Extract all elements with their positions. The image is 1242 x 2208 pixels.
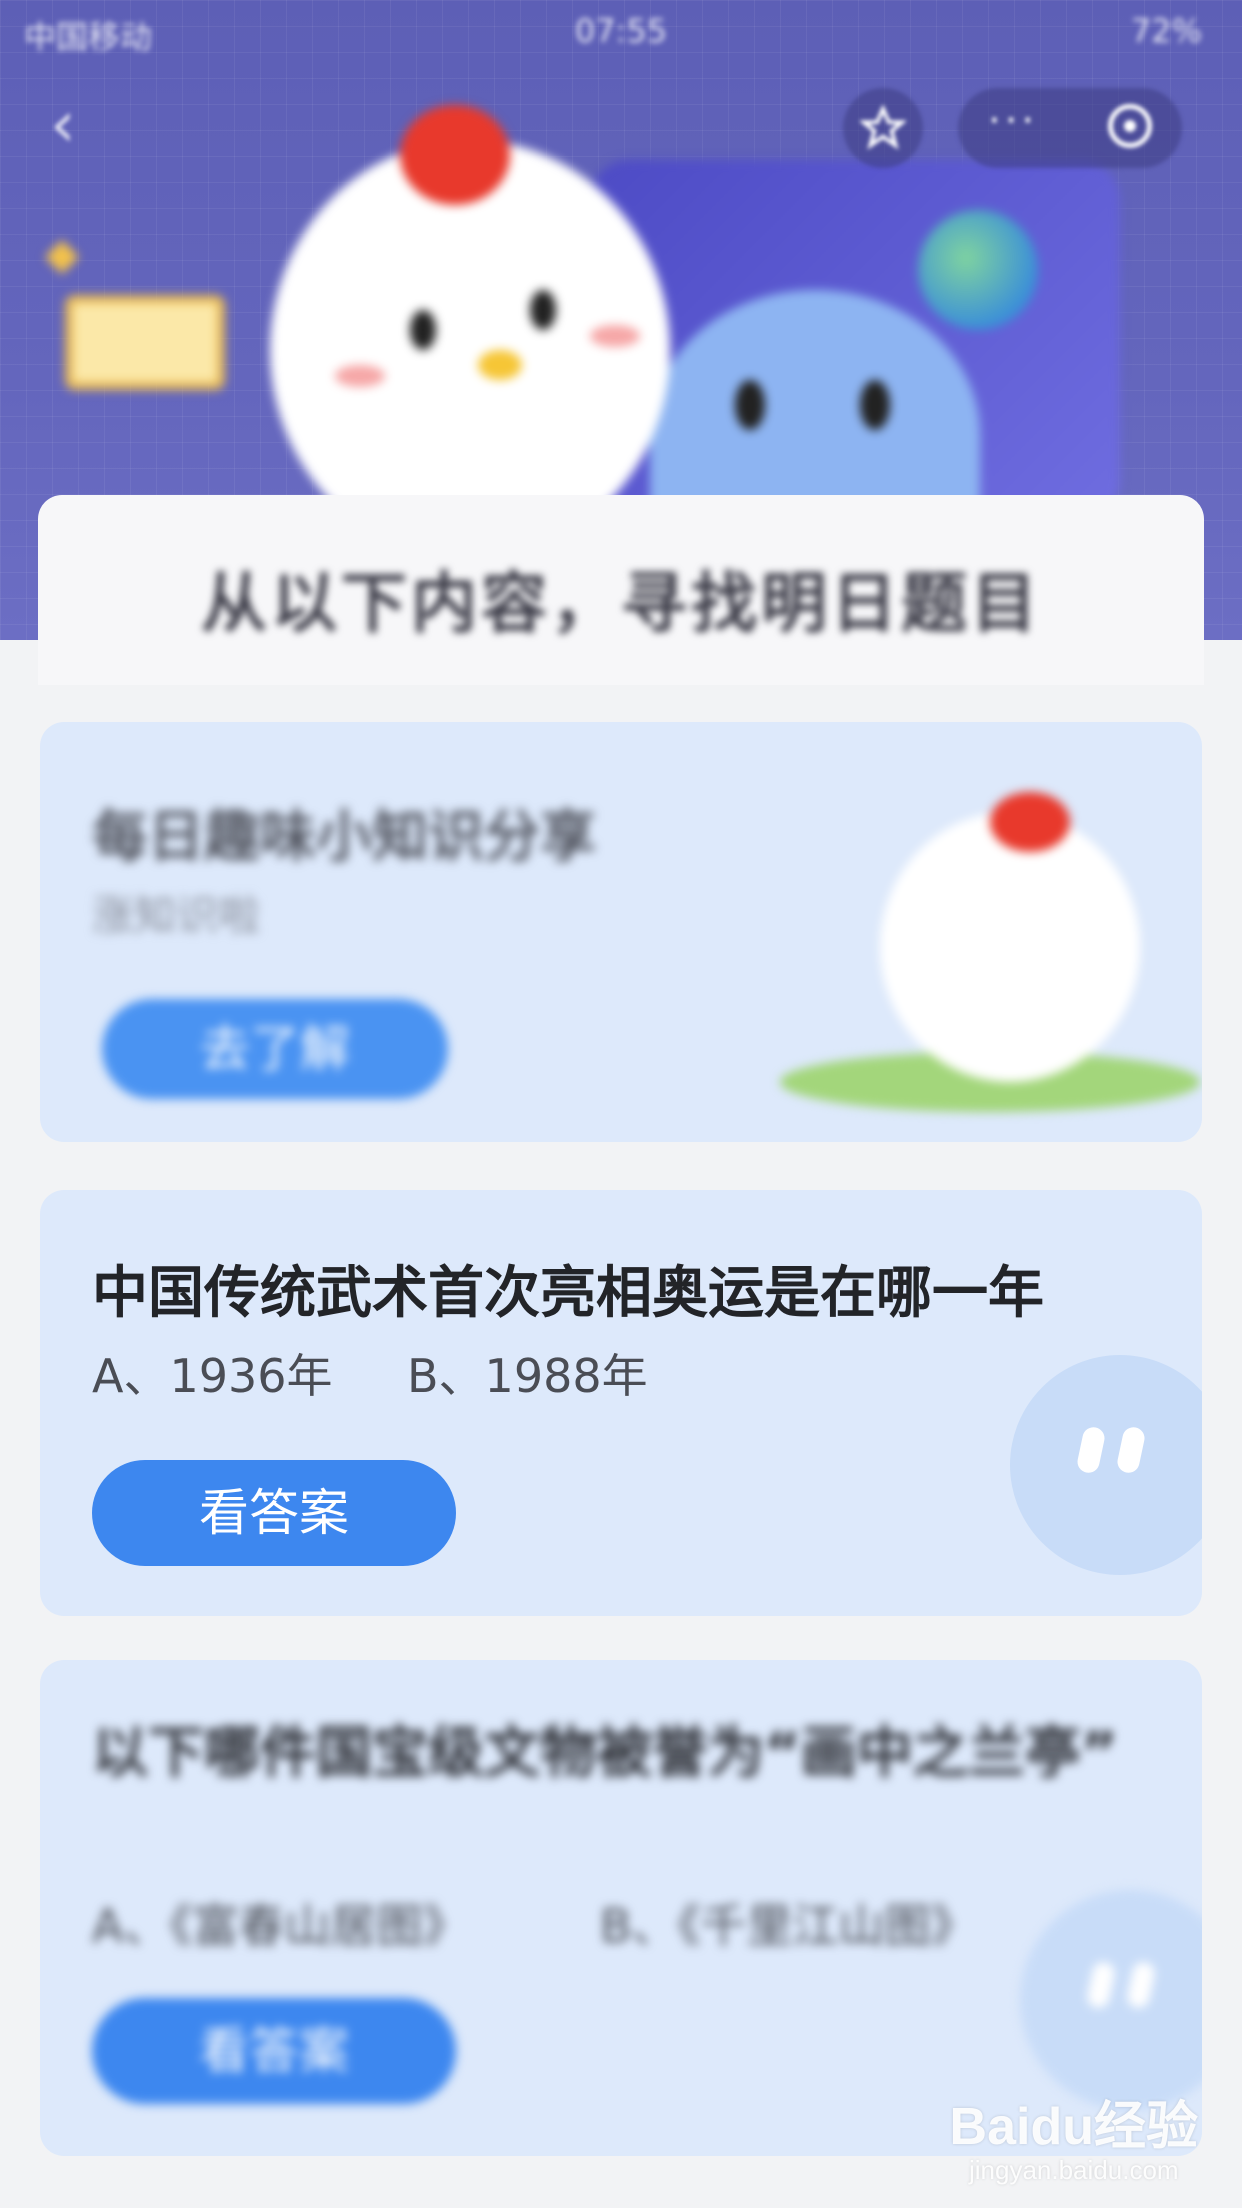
card-subtitle: 涨知识啦 <box>92 891 261 940</box>
quiz-question: 中国传统武术首次亮相奥运是在哪一年 <box>92 1261 1044 1326</box>
quiz-option-a: A、《富春山居图》 <box>92 1899 469 1953</box>
quote-bubble-icon <box>1020 1890 1202 2110</box>
mascot-eye <box>735 380 765 430</box>
status-time: 07:55 <box>574 12 668 50</box>
status-bar: 中国移动 07:55 72% <box>0 0 1242 60</box>
quiz-option-a: A、1936年 <box>92 1349 333 1403</box>
more-options-icon[interactable]: ··· <box>988 98 1038 144</box>
quiz-question: 以下哪件国宝级文物被誉为“画中之兰亭” <box>92 1721 1118 1786</box>
knowledge-card: 每日趣味小知识分享 涨知识啦 去了解 <box>40 722 1202 1142</box>
mascot-cheek <box>335 365 385 387</box>
globe-icon <box>918 210 1038 330</box>
mascot-eye <box>530 290 556 330</box>
baidu-jingyan-watermark: Baidu经验 jingyan.baidu.com <box>950 2084 1198 2186</box>
mascot-chick-waving <box>880 812 1140 1082</box>
view-answer-button[interactable]: 看答案 <box>92 1460 456 1566</box>
close-miniprogram-icon[interactable] <box>1108 104 1152 148</box>
mascot-eye <box>860 380 890 430</box>
quiz-card: 以下哪件国宝级文物被誉为“画中之兰亭” A、《富春山居图》 B、《千里江山图》 … <box>40 1660 1202 2156</box>
quiz-card: 中国传统武术首次亮相奥运是在哪一年 A、1936年 B、1988年 看答案 <box>40 1190 1202 1616</box>
mascot-chick-comb <box>990 792 1070 852</box>
sparkle-icon <box>45 240 79 274</box>
view-answer-button[interactable]: 看答案 <box>92 1998 456 2104</box>
mascot-cheek <box>590 325 640 347</box>
battery-label: 72% <box>1130 12 1202 50</box>
banner-title: 从以下内容，寻找明日题目 <box>201 565 1041 642</box>
learn-more-button[interactable]: 去了解 <box>102 999 448 1099</box>
favorite-star-button[interactable] <box>843 88 923 168</box>
mascot-chick-comb <box>400 105 510 205</box>
star-icon <box>860 105 906 150</box>
mascot-eye <box>410 310 436 350</box>
mascot-beak <box>478 350 522 380</box>
watermark-brand: Baidu经验 <box>949 2098 1198 2156</box>
watermark-url: jingyan.baidu.com <box>968 2155 1179 2185</box>
quiz-option-b: B、《千里江山图》 <box>600 1899 977 1953</box>
back-arrow-icon[interactable]: ‹ <box>50 90 110 160</box>
card-title: 每日趣味小知识分享 <box>92 805 596 870</box>
quiz-option-b: B、1988年 <box>407 1349 648 1403</box>
mini-program-capsule: ··· <box>958 88 1182 168</box>
quote-bubble-icon <box>1010 1355 1202 1575</box>
picture-frame-icon <box>65 295 225 390</box>
